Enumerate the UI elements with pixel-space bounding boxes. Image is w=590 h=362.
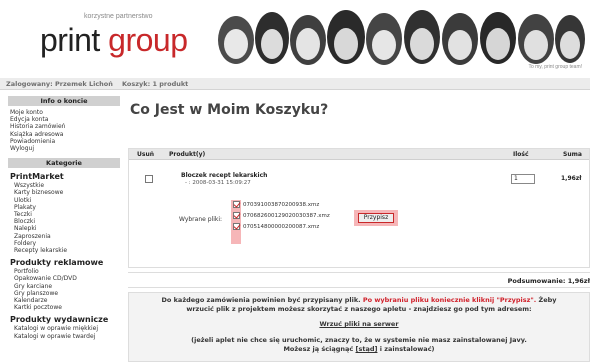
- page-title: Co Jest w Moim Koszyku?: [130, 102, 329, 118]
- summary-bar: Podsumowanie: 1,96zł: [128, 272, 590, 288]
- sidebar-link-order-history[interactable]: Historia zamówień: [8, 123, 120, 130]
- category-item[interactable]: Nalepki: [8, 225, 120, 232]
- notice-box: Do każdego zamówienia powinien być przyp…: [128, 292, 590, 362]
- file-name: 070391003870200938.xmz: [243, 202, 320, 208]
- account-header: Info o koncie: [8, 96, 120, 106]
- category-item[interactable]: Gry karciane: [8, 283, 120, 290]
- file-name: 070682600129020030387.xmz: [243, 213, 330, 219]
- team-faces-banner: [218, 10, 585, 65]
- logo-text-print: print: [40, 22, 109, 58]
- sidebar-link-notifications[interactable]: Powiadomienia: [8, 138, 120, 145]
- file-checkbox[interactable]: [233, 201, 240, 208]
- header: korzystne partnerstwo print group To my,: [0, 0, 590, 78]
- category-title-publishing-products[interactable]: Produkty wydawnicze: [8, 315, 120, 324]
- quantity-input[interactable]: 1: [511, 174, 535, 184]
- banner-tagline: To my, print group team!: [528, 64, 582, 70]
- notice-line-1: Do każdego zamówienia powinien być przyp…: [129, 296, 589, 305]
- account-links: Moje konto Edycja konta Historia zamówie…: [8, 109, 120, 152]
- category-item[interactable]: Foldery: [8, 240, 120, 247]
- notice-line-3: Wrzuć pliki na serwer: [129, 320, 589, 329]
- notice-text: Możesz ją ściągnąć: [283, 345, 354, 353]
- cart-summary-total: Podsumowanie: 1,96zł: [507, 277, 590, 285]
- logo-text-group: group: [108, 22, 188, 58]
- category-item[interactable]: Portfolio: [8, 268, 120, 275]
- category-item[interactable]: Ulotki: [8, 197, 120, 204]
- category-item[interactable]: Katalogi w oprawie miękkiej: [8, 325, 120, 332]
- sidebar-link-logout[interactable]: Wyloguj: [8, 145, 120, 152]
- category-item[interactable]: Bloczki: [8, 218, 120, 225]
- file-row: 070391003870200938.xmz: [231, 201, 319, 210]
- category-item[interactable]: Zaproszenia: [8, 233, 120, 240]
- remove-checkbox[interactable]: [145, 175, 153, 183]
- file-checkbox[interactable]: [233, 223, 240, 230]
- sidebar: Info o koncie Moje konto Edycja konta Hi…: [8, 96, 120, 362]
- category-list-printmarket: Wszystkie Karty biznesowe Ulotki Plakaty…: [8, 182, 120, 254]
- category-title-printmarket[interactable]: PrintMarket: [8, 172, 120, 181]
- cart-summary-link[interactable]: Koszyk: 1 produkt: [122, 80, 188, 88]
- product-date: - : 2008-03-31 15:09:27: [185, 180, 251, 186]
- file-checkbox[interactable]: [233, 212, 240, 219]
- status-bar: Zalogowany: Przemek Lichoń Koszyk: 1 pro…: [0, 78, 590, 90]
- column-product: Produkt(y): [169, 151, 206, 158]
- notice-line-4: (jeżeli aplet nie chce się uruchomic, zn…: [191, 336, 527, 344]
- logo-tagline: korzystne partnerstwo: [84, 13, 153, 20]
- file-name: 070514800000200087.xmz: [243, 224, 320, 230]
- category-item[interactable]: Recepty lekarskie: [8, 247, 120, 254]
- category-item[interactable]: Kartki pocztowe: [8, 304, 120, 311]
- logged-in-user: Zalogowany: Przemek Lichoń: [6, 80, 113, 88]
- category-list-publishing-products: Katalogi w oprawie miękkiej Katalogi w o…: [8, 325, 120, 339]
- category-item[interactable]: Opakowanie CD/DVD: [8, 275, 120, 282]
- notice-line-5: Możesz ją ściągnąć [stąd] i zainstalować…: [129, 345, 589, 354]
- file-row: 070514800000200087.xmz: [231, 223, 319, 232]
- logo[interactable]: print group: [40, 22, 188, 59]
- product-price: 1,96zł: [561, 175, 582, 182]
- sidebar-link-edit-account[interactable]: Edycja konta: [8, 116, 120, 123]
- column-remove: Usuń: [137, 151, 154, 158]
- assign-highlight: Przypisz: [354, 210, 398, 226]
- notice-text: i zainstalować): [379, 345, 435, 353]
- category-item[interactable]: Kalendarze: [8, 297, 120, 304]
- category-item[interactable]: Teczki: [8, 211, 120, 218]
- category-list-promo-products: Portfolio Opakowanie CD/DVD Gry karciane…: [8, 268, 120, 311]
- notice-text: Do każdego zamówienia powinien być przyp…: [161, 296, 361, 304]
- java-download-link[interactable]: [stąd]: [356, 345, 378, 353]
- assign-button[interactable]: Przypisz: [358, 213, 394, 223]
- category-item[interactable]: Katalogi w oprawie twardej: [8, 333, 120, 340]
- product-name-link[interactable]: Bloczek recept lekarskich: [181, 172, 267, 179]
- cart-table-header: Usuń Produkt(y) Ilość Suma: [129, 149, 589, 160]
- sidebar-link-my-account[interactable]: Moje konto: [8, 109, 120, 116]
- column-total: Suma: [563, 151, 582, 158]
- upload-files-link[interactable]: Wrzuć pliki na serwer: [319, 320, 398, 328]
- categories-header: Kategorie: [8, 158, 120, 169]
- category-item[interactable]: Gry planszowe: [8, 290, 120, 297]
- selected-files-label: Wybrane pliki:: [179, 216, 223, 223]
- notice-warning: Po wybraniu pliku koniecznie kliknij "Pr…: [362, 296, 537, 304]
- sidebar-link-address-book[interactable]: Książka adresowa: [8, 131, 120, 138]
- category-item[interactable]: Plakaty: [8, 204, 120, 211]
- column-qty: Ilość: [513, 151, 529, 158]
- notice-line-2: wrzucić plik z projektem możesz skorzyta…: [186, 305, 532, 313]
- category-item[interactable]: Wszystkie: [8, 182, 120, 189]
- category-title-promo-products[interactable]: Produkty reklamowe: [8, 258, 120, 267]
- notice-text: Żeby: [538, 296, 557, 304]
- cart-table: Usuń Produkt(y) Ilość Suma Bloczek recep…: [128, 148, 590, 268]
- main-content: Co Jest w Moim Koszyku? Usuń Produkt(y) …: [128, 96, 590, 362]
- file-row: 070682600129020030387.xmz: [231, 212, 330, 221]
- category-item[interactable]: Karty biznesowe: [8, 189, 120, 196]
